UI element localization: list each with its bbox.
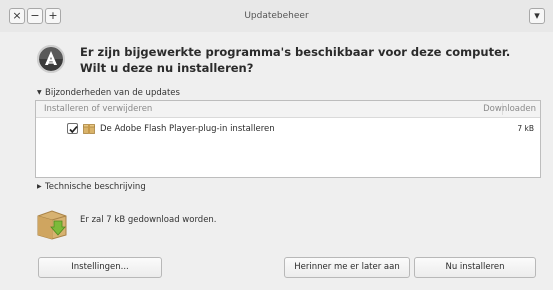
- update-item-size: 7 kB: [517, 124, 534, 133]
- column-install-remove[interactable]: Installeren of verwijderen: [44, 101, 152, 117]
- remind-later-button[interactable]: Herinner me er later aan: [284, 257, 410, 278]
- update-item-label: De Adobe Flash Player-plug-in installere…: [100, 124, 275, 134]
- software-update-icon: [37, 45, 65, 73]
- details-expander[interactable]: ▼ Bijzonderheden van de updates: [37, 88, 180, 98]
- update-manager-window: × − + Updatebeheer ▾ Er zijn bijgewerkte…: [0, 0, 553, 290]
- expanded-arrow-icon: ▼: [37, 89, 42, 96]
- title-bar: × − + Updatebeheer ▾: [0, 0, 553, 32]
- install-checkbox[interactable]: [67, 123, 78, 134]
- collapsed-arrow-icon: ▶: [37, 183, 42, 190]
- details-expander-label: Bijzonderheden van de updates: [45, 88, 180, 98]
- checkmark-icon: [69, 125, 78, 134]
- technical-expander-label: Technische beschrijving: [45, 182, 146, 192]
- technical-expander[interactable]: ▶ Technische beschrijving: [37, 182, 146, 192]
- window-title: Updatebeheer: [244, 11, 309, 21]
- list-item[interactable]: De Adobe Flash Player-plug-in installere…: [36, 121, 540, 137]
- column-download[interactable]: Downloaden: [483, 101, 536, 117]
- settings-button[interactable]: Instellingen...: [38, 257, 162, 278]
- download-box-icon: [37, 210, 67, 240]
- update-question: Er zijn bijgewerkte programma's beschikb…: [80, 45, 511, 75]
- package-icon: [83, 124, 95, 134]
- window-menu-button[interactable]: ▾: [529, 8, 545, 24]
- updates-list[interactable]: Installeren of verwijderen Downloaden De…: [35, 100, 541, 178]
- download-summary: Er zal 7 kB gedownload worden.: [80, 215, 217, 225]
- list-column-header: Installeren of verwijderen Downloaden: [36, 101, 540, 118]
- install-now-button[interactable]: Nu installeren: [414, 257, 536, 278]
